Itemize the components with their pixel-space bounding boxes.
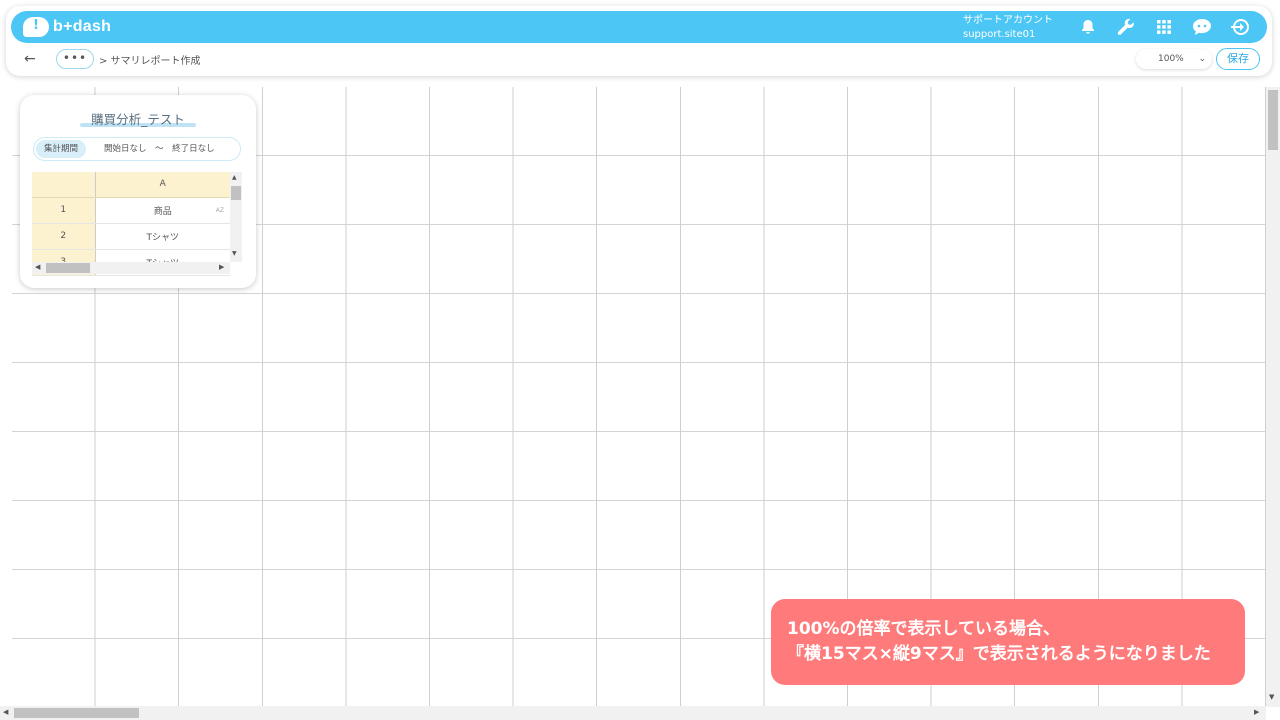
logo-bubble-icon	[23, 17, 49, 37]
account-name: サポートアカウント	[963, 15, 1053, 26]
row-number: 1	[32, 197, 96, 224]
sheet-horizontal-scrollbar[interactable]: ◀ ▶	[32, 262, 230, 274]
corner-cell	[32, 172, 96, 198]
sheet-vertical-scrollbar[interactable]: ▲ ▼	[230, 172, 242, 262]
table-row: 2 Tシャツ	[32, 223, 230, 250]
scroll-right-icon[interactable]: ▶	[219, 263, 224, 271]
scroll-up-icon[interactable]: ▲	[232, 174, 237, 181]
report-widget[interactable]: 購買分析_テスト 集計期間 開始日なし 〜 終了日なし A 1 商品 AZ 2 T…	[20, 95, 256, 288]
widget-title[interactable]: 購買分析_テスト	[20, 109, 256, 128]
account-site: support.site01	[963, 29, 1036, 40]
scroll-left-icon[interactable]: ◀	[35, 263, 40, 271]
data-sheet[interactable]: A 1 商品AZ 2 Tシャツ 3 Tシャツ ▲ ▼ ◀ ▶	[32, 172, 242, 276]
callout-annotation: 100%の倍率で表示している場合、 『横15マス×縦9マス』で表示されるようにな…	[771, 599, 1245, 685]
scroll-thumb[interactable]	[14, 708, 139, 718]
breadcrumb: > サマリレポート作成	[99, 56, 201, 67]
period-start: 開始日なし	[104, 144, 147, 154]
table-cell[interactable]: Tシャツ	[95, 223, 230, 250]
back-arrow-icon[interactable]: ←	[24, 51, 36, 67]
account-info[interactable]: サポートアカウント support.site01	[963, 14, 1053, 42]
period-separator: 〜	[155, 144, 164, 154]
logout-icon[interactable]	[1221, 11, 1259, 43]
column-header[interactable]: A	[95, 172, 230, 198]
top-bar: b+dash サポートアカウント support.site01	[11, 11, 1267, 43]
sheet-table: A 1 商品AZ 2 Tシャツ 3 Tシャツ	[32, 172, 230, 276]
scroll-thumb[interactable]	[231, 186, 241, 200]
scroll-down-icon[interactable]: ▼	[232, 250, 237, 257]
header-row: A	[32, 172, 230, 198]
scroll-thumb[interactable]	[1268, 90, 1278, 150]
apps-grid-icon[interactable]	[1145, 11, 1183, 43]
logo[interactable]: b+dash	[23, 15, 111, 39]
scroll-down-icon[interactable]: ▼	[1269, 693, 1274, 701]
chat-icon[interactable]	[1183, 11, 1221, 43]
top-bar-icons	[1069, 11, 1259, 43]
period-range: 開始日なし 〜 終了日なし	[104, 138, 215, 160]
zoom-value: 100%	[1158, 54, 1184, 64]
page-vertical-scrollbar[interactable]: ▼	[1266, 87, 1280, 707]
scroll-right-icon[interactable]: ▶	[1254, 708, 1259, 716]
zoom-select[interactable]: 100% ⌄	[1136, 49, 1212, 69]
callout-line-1: 100%の倍率で表示している場合、	[787, 619, 1061, 639]
app-header: b+dash サポートアカウント support.site01 ←	[6, 6, 1272, 76]
callout-line-2: 『横15マス×縦9マス』で表示されるようになりました	[787, 644, 1211, 664]
cell-value: 商品	[153, 206, 172, 217]
period-filter[interactable]: 集計期間 開始日なし 〜 終了日なし	[34, 138, 240, 160]
more-options-button[interactable]: •••	[56, 49, 94, 69]
scroll-left-icon[interactable]: ◀	[3, 708, 8, 716]
wrench-icon[interactable]	[1107, 11, 1145, 43]
sub-toolbar: ← ••• > サマリレポート作成 100% ⌄ 保存	[6, 46, 1272, 74]
table-cell[interactable]: 商品 AZ	[95, 197, 230, 224]
period-label: 集計期間	[36, 140, 86, 158]
table-row: 1 商品 AZ	[32, 197, 230, 224]
bell-icon[interactable]	[1069, 11, 1107, 43]
row-number: 2	[32, 223, 96, 250]
sort-az-icon[interactable]: AZ	[216, 207, 224, 214]
page-horizontal-scrollbar[interactable]: ◀ ▶	[0, 706, 1266, 720]
save-button[interactable]: 保存	[1216, 48, 1260, 70]
scroll-thumb[interactable]	[46, 263, 90, 273]
period-end: 終了日なし	[172, 144, 215, 154]
chevron-down-icon: ⌄	[1198, 54, 1206, 64]
logo-text: b+dash	[53, 18, 112, 35]
